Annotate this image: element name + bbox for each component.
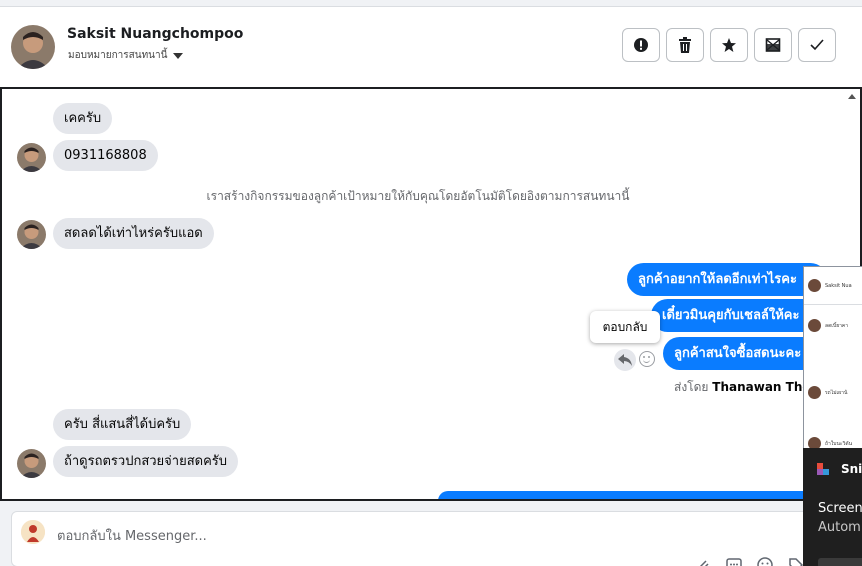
message-thread[interactable]: เคครับ 0931168808 เราสร้างกิจกรรมของลูกค… [0,87,862,501]
side-avatar [808,386,821,399]
side-chat-text: ลดเบิ้ยาคา [825,322,849,329]
side-divider [804,304,862,305]
outgoing-message-partial[interactable] [438,491,838,499]
done-button[interactable] [798,28,836,62]
composer-tools [694,556,805,566]
contact-message-avatar [17,143,46,172]
snip-title: Snip [841,462,862,476]
page-avatar [21,520,45,544]
sent-by: ส่งโดย Thanawan Thon [674,378,819,397]
contact-message-avatar [17,220,46,249]
incoming-message[interactable]: เคครับ [53,103,113,134]
side-chat-text: รถไม่เผาน้ [825,389,848,396]
check-icon [810,39,824,51]
composer: ตอบกลับใน Messenger... [0,501,862,566]
trash-icon [679,37,691,53]
mark-unread-button[interactable] [754,28,792,62]
conversation-header: Saksit Nuangchompoo มอบหมายการสนทนานี้ [0,7,862,87]
snip-tool-icon [817,463,829,475]
emoji-icon[interactable] [756,556,774,566]
contact-name: Saksit Nuangchompoo [67,26,244,42]
side-chat-text: ถ้าใบนะวิดัน [825,440,853,447]
side-chat-row[interactable]: รถไม่เผาน้ [808,386,847,399]
emoji-react-icon[interactable] [639,351,655,367]
snip-notification[interactable]: Snip Screens Autom [803,448,862,566]
scroll-up-arrow-icon[interactable] [848,94,856,99]
attachment-icon[interactable] [694,556,712,566]
reply-icon[interactable] [614,349,636,371]
alert-circle-icon [634,38,648,52]
side-chat-name: Saksit Nua [825,282,852,289]
assign-conversation-dropdown[interactable]: มอบหมายการสนทนานี้ [68,48,184,63]
delete-button[interactable] [666,28,704,62]
incoming-message[interactable]: ครับ สี่แสนสี่ได้บ่ครับ [53,409,192,440]
star-button[interactable] [710,28,748,62]
contact-message-avatar [17,449,46,478]
caret-down-icon [173,52,184,59]
outgoing-message[interactable]: ลูกค้าอยากให้ลดอีกเท่าไรคะ [627,263,827,296]
mail-x-icon [765,38,781,52]
saved-replies-icon[interactable] [725,556,743,566]
incoming-message[interactable]: 0931168808 [53,140,158,171]
header-actions [622,28,836,62]
top-strip [0,0,862,7]
snip-action-button[interactable] [818,558,862,566]
side-chat-row[interactable]: ลดเบิ้ยาคา [808,319,848,332]
incoming-message[interactable]: สดลดได้เท่าไหร่ครับแอด [53,218,214,249]
snip-line2: Autom [818,520,861,535]
assign-label: มอบหมายการสนทนานี้ [68,50,168,61]
contact-avatar[interactable] [11,25,55,69]
side-avatar [808,319,821,332]
star-icon [722,38,736,52]
system-note: เราสร้างกิจกรรมของลูกค้าเป้าหมายให้กับคุ… [206,189,630,203]
side-chat-panel[interactable]: Saksit Nua ลดเบิ้ยาคา รถไม่เผาน้ ถ้าใบนะ… [803,266,862,451]
side-avatar [808,279,821,292]
sent-by-prefix: ส่งโดย [674,380,709,394]
inbox-app: Saksit Nuangchompoo มอบหมายการสนทนานี้ เ… [0,0,862,566]
snip-line1: Screens [818,501,862,516]
report-button[interactable] [622,28,660,62]
side-chat-header: Saksit Nua [808,279,852,292]
reply-tooltip: ตอบกลับ [590,311,660,343]
incoming-message[interactable]: ถ้าดูรถตรวปกสวยจ่ายสดครับ [53,446,239,477]
reply-placeholder: ตอบกลับใน Messenger... [57,529,207,544]
reply-input[interactable]: ตอบกลับใน Messenger... [11,511,862,566]
